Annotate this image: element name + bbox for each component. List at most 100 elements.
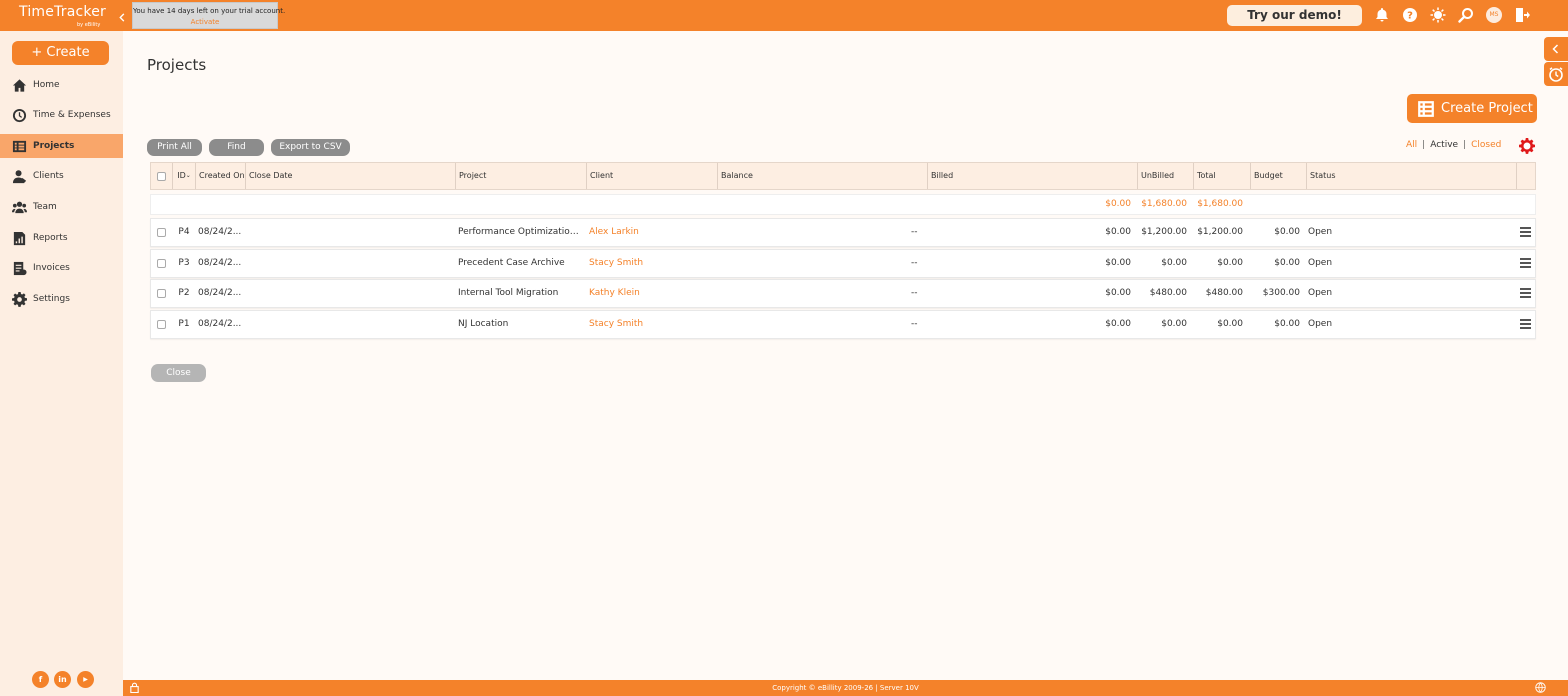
cell-total: $0.00 [1217, 319, 1243, 329]
cell-created-on: 08/24/2... [198, 319, 242, 329]
linkedin-icon[interactable]: in [54, 671, 71, 688]
filter-all[interactable]: All [1406, 140, 1417, 150]
cell-balance: -- [911, 319, 918, 329]
table-row[interactable]: P3 08/24/2... Precedent Case Archive Sta… [150, 249, 1536, 278]
find-button[interactable]: Find [209, 139, 264, 156]
page-title: Projects [147, 56, 207, 74]
row-checkbox[interactable] [157, 320, 166, 329]
avatar[interactable]: MS [1486, 7, 1502, 23]
column-header-billed[interactable]: Billed [928, 163, 1138, 189]
row-menu-icon[interactable] [1520, 288, 1531, 298]
sidebar-item-projects[interactable]: Projects [0, 134, 123, 158]
right-panel-toggle[interactable] [1544, 37, 1568, 61]
collapse-sidebar-button[interactable] [114, 9, 130, 25]
column-settings-gear-icon[interactable] [1519, 138, 1535, 154]
row-checkbox[interactable] [157, 259, 166, 268]
sidebar-item-time-expenses[interactable]: Time & Expenses [0, 103, 123, 127]
sidebar-item-label: Reports [33, 233, 68, 243]
home-icon [12, 78, 27, 92]
chevron-left-icon [1552, 44, 1559, 54]
globe-icon[interactable] [1535, 682, 1546, 693]
table-header: ID ⌄ Created On Close Date Project Client… [150, 162, 1536, 190]
table-row[interactable]: P1 08/24/2... NJ Location Stacy Smith --… [150, 310, 1536, 339]
column-header-balance[interactable]: Balance [718, 163, 928, 189]
logout-icon[interactable] [1513, 6, 1531, 24]
total-billed: $0.00 [1105, 199, 1131, 209]
column-header-unbilled[interactable]: UnBilled [1138, 163, 1194, 189]
sidebar-item-label: Home [33, 80, 60, 90]
svg-text:?: ? [1407, 11, 1413, 22]
totals-row: $0.00 $1,680.00 $1,680.00 [150, 194, 1536, 215]
cell-budget: $0.00 [1274, 319, 1300, 329]
cell-client-link[interactable]: Stacy Smith [589, 311, 715, 338]
cell-project[interactable]: Internal Tool Migration [458, 280, 582, 307]
column-header-close-date[interactable]: Close Date [246, 163, 456, 189]
logo-name: TimeTracker [19, 4, 106, 20]
cell-billed: $0.00 [1105, 227, 1131, 237]
cell-client-link[interactable]: Kathy Klein [589, 280, 715, 307]
sidebar-item-reports[interactable]: Reports [0, 226, 123, 250]
cell-billed: $0.00 [1105, 319, 1131, 329]
column-header-client[interactable]: Client [587, 163, 718, 189]
row-menu-icon[interactable] [1520, 227, 1531, 237]
cell-project[interactable]: Performance Optimization ... [458, 219, 582, 246]
sidebar-item-home[interactable]: Home [0, 73, 123, 97]
column-header-created-on[interactable]: Created On [196, 163, 246, 189]
footer: Copyright © eBillity 2009-26 | Server 10… [123, 680, 1568, 696]
table-row[interactable]: P2 08/24/2... Internal Tool Migration Ka… [150, 279, 1536, 308]
column-header-project[interactable]: Project [456, 163, 587, 189]
table-row[interactable]: P4 08/24/2... Performance Optimization .… [150, 218, 1536, 247]
cell-project[interactable]: NJ Location [458, 311, 582, 338]
cell-client-link[interactable]: Stacy Smith [589, 250, 715, 277]
sidebar-item-label: Clients [33, 171, 64, 181]
timer-tab[interactable] [1544, 62, 1568, 86]
reports-icon [13, 231, 26, 245]
cell-id: P2 [178, 288, 190, 298]
search-icon[interactable] [1457, 6, 1475, 24]
sidebar-item-team[interactable]: Team [0, 195, 123, 219]
filter-separator: | [1463, 140, 1467, 150]
column-header-status[interactable]: Status [1307, 163, 1517, 189]
logo-by: by eBility [77, 22, 101, 28]
total-total: $1,680.00 [1197, 199, 1243, 209]
sidebar-item-invoices[interactable]: Invoices [0, 256, 123, 280]
cell-project[interactable]: Precedent Case Archive [458, 250, 582, 277]
close-button[interactable]: Close [151, 364, 206, 382]
clock-icon [12, 108, 27, 122]
cell-created-on: 08/24/2... [198, 258, 242, 268]
sidebar-item-clients[interactable]: Clients [0, 164, 123, 188]
filter-closed[interactable]: Closed [1471, 140, 1501, 150]
print-all-button[interactable]: Print All [147, 139, 202, 156]
cell-total: $480.00 [1205, 288, 1243, 298]
select-all-checkbox[interactable] [157, 171, 166, 181]
help-icon[interactable]: ? [1401, 6, 1419, 24]
column-header-total[interactable]: Total [1194, 163, 1251, 189]
lock-icon[interactable] [129, 682, 140, 693]
row-checkbox[interactable] [157, 228, 166, 237]
row-checkbox[interactable] [157, 289, 166, 298]
sidebar-item-settings[interactable]: Settings [0, 287, 123, 311]
chevron-left-icon [118, 12, 124, 22]
create-button[interactable]: + Create [12, 41, 109, 65]
create-project-button[interactable]: Create Project [1407, 94, 1537, 123]
filter-separator: | [1422, 140, 1426, 150]
export-csv-button[interactable]: Export to CSV [271, 139, 350, 156]
facebook-icon[interactable]: f [32, 671, 49, 688]
youtube-icon[interactable]: ▶ [77, 671, 94, 688]
ai-icon[interactable] [1429, 6, 1447, 24]
row-menu-icon[interactable] [1520, 319, 1531, 329]
cell-client-link[interactable]: Alex Larkin [589, 219, 715, 246]
cell-budget: $0.00 [1274, 258, 1300, 268]
footer-copyright: Copyright © eBillity 2009-26 | Server 10… [772, 684, 919, 692]
filter-active[interactable]: Active [1430, 140, 1458, 150]
try-demo-button[interactable]: Try our demo! [1227, 5, 1362, 26]
cell-unbilled: $0.00 [1161, 319, 1187, 329]
row-menu-icon[interactable] [1520, 258, 1531, 268]
bell-icon[interactable] [1373, 6, 1391, 24]
app-logo[interactable]: TimeTracker by eBility [19, 4, 106, 28]
column-header-id[interactable]: ID ⌄ [173, 163, 196, 189]
cell-total: $1,200.00 [1197, 227, 1243, 237]
column-header-budget[interactable]: Budget [1251, 163, 1307, 189]
column-header-actions [1517, 163, 1535, 189]
activate-link[interactable]: Activate [133, 18, 277, 26]
